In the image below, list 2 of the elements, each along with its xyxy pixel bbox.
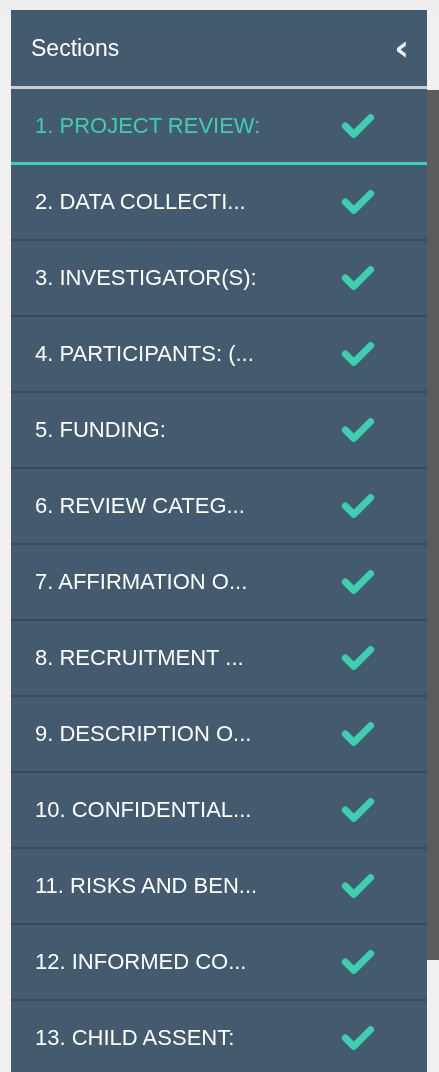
- sections-title: Sections: [31, 34, 120, 62]
- collapse-button[interactable]: ‹: [390, 30, 413, 66]
